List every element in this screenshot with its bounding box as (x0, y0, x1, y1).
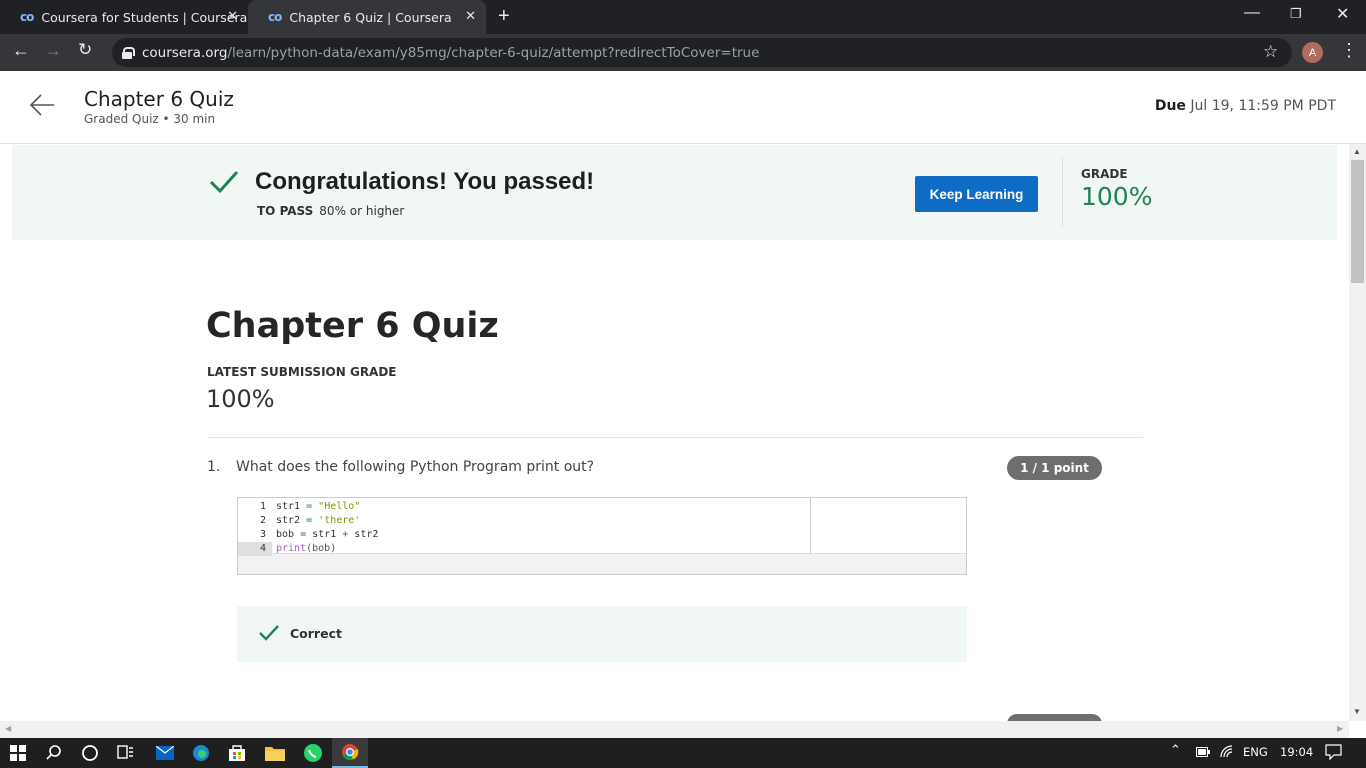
grade-value: 100% (1081, 182, 1153, 211)
windows-start-icon[interactable] (0, 738, 36, 768)
clock-time[interactable]: 19:04 (1280, 745, 1313, 759)
browser-tab-strip: co Coursera for Students | Coursera ✕ co… (0, 0, 1366, 34)
code-line: 1 str1 = "Hello" (238, 500, 810, 514)
windows-taskbar: ⌃ ENG 19:04 (0, 738, 1366, 768)
minimize-icon[interactable]: — (1244, 4, 1260, 22)
page-title: Chapter 6 Quiz (84, 87, 234, 111)
chrome-icon[interactable] (332, 738, 368, 768)
points-badge: 1 / 1 point (1007, 456, 1102, 480)
line-number: 4 (238, 542, 272, 556)
due-label: Due (1154, 98, 1186, 114)
latest-grade-label: LATEST SUBMISSION GRADE (207, 365, 397, 379)
restore-icon[interactable]: ❐ (1290, 6, 1302, 22)
vertical-scrollbar[interactable]: ▲ ▼ (1349, 144, 1366, 721)
coursera-co-icon: co (268, 10, 282, 24)
section-divider (207, 437, 1143, 438)
code-text: str2 = 'there' (276, 515, 361, 526)
reload-icon[interactable]: ↻ (78, 40, 92, 60)
code-text: print(bob) (276, 543, 337, 554)
horizontal-scrollbar[interactable]: ◀ ▶ (0, 721, 1349, 738)
browser-tab-coursera-students[interactable]: co Coursera for Students | Coursera ✕ (0, 0, 248, 34)
feedback-correct: Correct (237, 606, 967, 662)
browser-menu-icon[interactable]: ⋮ (1340, 41, 1358, 59)
language-indicator[interactable]: ENG (1243, 745, 1268, 759)
window-close-icon[interactable]: ✕ (1336, 4, 1349, 24)
due-value: Jul 19, 11:59 PM PDT (1190, 98, 1336, 114)
url-host: coursera.org (142, 44, 228, 61)
scroll-down-icon[interactable]: ▼ (1353, 707, 1361, 716)
new-tab-plus-icon[interactable]: + (498, 5, 510, 28)
grade-label: GRADE (1081, 167, 1128, 181)
lock-icon (122, 46, 135, 59)
back-arrow-icon[interactable] (28, 93, 56, 117)
whatsapp-icon[interactable] (295, 738, 331, 768)
question-number: 1. (207, 459, 221, 475)
file-explorer-icon[interactable] (257, 738, 293, 768)
line-number: 1 (259, 501, 266, 512)
browser-tab-chapter-6-quiz[interactable]: co Chapter 6 Quiz | Coursera ✕ (248, 0, 486, 34)
bookmark-star-icon[interactable]: ☆ (1263, 42, 1278, 62)
scroll-thumb[interactable] (1351, 160, 1364, 283)
tab-close-icon[interactable]: ✕ (465, 9, 476, 24)
scroll-up-icon[interactable]: ▲ (1353, 147, 1361, 156)
profile-avatar[interactable]: A (1302, 42, 1323, 63)
code-line: 2 str2 = 'there' (238, 514, 810, 528)
wifi-icon[interactable] (1219, 744, 1235, 761)
quiz-title: Chapter 6 Quiz (206, 306, 499, 346)
code-block: 1 str1 = "Hello" 2 str2 = 'there' 3 bob = s… (237, 497, 967, 575)
to-pass-value: 80% or higher (319, 204, 405, 218)
line-number: 2 (259, 515, 266, 526)
feedback-text: Correct (290, 626, 342, 641)
pass-heading: Congratulations! You passed! (255, 168, 595, 195)
tab-close-icon[interactable]: ✕ (227, 9, 238, 24)
search-icon[interactable] (36, 738, 72, 768)
address-bar: ← → ↻ coursera.org/learn/python-data/exa… (0, 34, 1366, 71)
url-path: /learn/python-data/exam/y85mg/chapter-6-… (227, 44, 760, 61)
tab-title: Coursera for Students | Coursera (41, 9, 248, 25)
code-text: bob = str1 + str2 (276, 529, 379, 540)
edge-icon[interactable] (183, 738, 219, 768)
to-pass-label: TO PASS (257, 204, 314, 218)
show-hidden-icons-chevron-icon[interactable]: ⌃ (1170, 743, 1181, 758)
banner-divider (1062, 158, 1063, 226)
quiz-header: Chapter 6 Quiz Graded Quiz • 30 min Due … (0, 71, 1366, 144)
task-view-icon[interactable] (108, 738, 144, 768)
forward-arrow-icon[interactable]: → (44, 40, 62, 61)
line-number: 3 (259, 529, 266, 540)
code-line: 3 bob = str1 + str2 (238, 528, 810, 542)
pass-banner: Congratulations! You passed! TO PASS 80% … (12, 145, 1337, 240)
to-pass-info: TO PASS 80% or higher (257, 204, 404, 218)
checkmark-icon (259, 625, 279, 641)
scroll-left-icon[interactable]: ◀ (5, 724, 11, 733)
code-text: str1 = "Hello" (276, 501, 361, 512)
scroll-right-icon[interactable]: ▶ (1337, 724, 1343, 733)
cortana-icon[interactable] (72, 738, 108, 768)
page-subtitle: Graded Quiz • 30 min (84, 112, 216, 126)
question-text: What does the following Python Program p… (236, 459, 595, 475)
url-omnibox[interactable]: coursera.org/learn/python-data/exam/y85m… (112, 38, 1292, 67)
action-center-icon[interactable] (1325, 744, 1342, 763)
code-output-divider (810, 498, 811, 554)
battery-icon[interactable] (1196, 746, 1210, 760)
mail-icon[interactable] (147, 738, 183, 768)
latest-grade-value: 100% (206, 385, 275, 413)
keep-learning-button[interactable]: Keep Learning (915, 176, 1038, 212)
tab-title: Chapter 6 Quiz | Coursera (289, 9, 452, 25)
coursera-co-icon: co (20, 10, 34, 24)
store-icon[interactable] (219, 738, 255, 768)
back-arrow-icon[interactable]: ← (12, 40, 30, 61)
code-line: 4 print(bob) (238, 542, 810, 556)
due-date: Due Jul 19, 11:59 PM PDT (1155, 98, 1336, 114)
checkmark-icon (209, 170, 239, 194)
code-editor-area: 1 str1 = "Hello" 2 str2 = 'there' 3 bob = s… (238, 498, 966, 556)
